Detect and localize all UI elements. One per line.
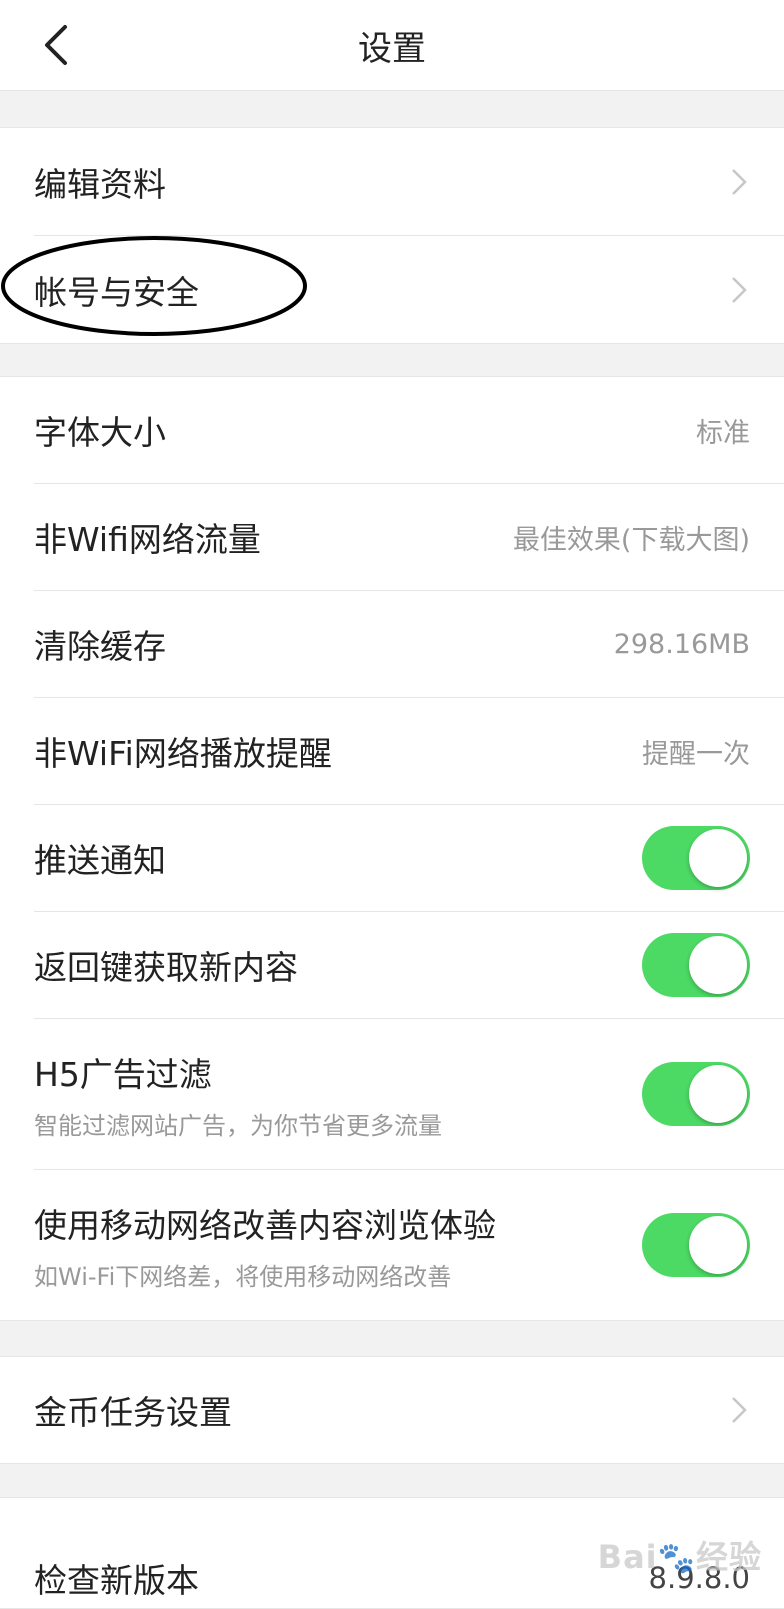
row-subtitle: 智能过滤网站广告，为你节省更多流量 <box>34 1111 442 1140</box>
watermark-suffix: 经验 <box>695 1538 762 1576</box>
row-push-notification: 推送通知 <box>34 805 784 912</box>
header-bar: 设置 <box>0 0 784 91</box>
account-group: 编辑资料 帐号与安全 <box>0 127 784 344</box>
row-label: 编辑资料 <box>34 164 166 204</box>
row-text: 使用移动网络改善内容浏览体验 如Wi-Fi下网络差，将使用移动网络改善 <box>34 1199 496 1292</box>
row-label: 非Wifi网络流量 <box>34 520 261 559</box>
row-label: 返回键获取新内容 <box>34 948 298 987</box>
preferences-group: 字体大小 标准 非Wifi网络流量 最佳效果(下载大图) 清除缓存 298.16… <box>0 376 784 1321</box>
row-label: 检查新版本 <box>34 1561 199 1600</box>
toggle-knob <box>689 829 747 887</box>
row-value: 298.16MB <box>613 628 750 660</box>
chevron-right-icon <box>728 167 750 197</box>
row-label: 清除缓存 <box>34 627 166 666</box>
back-button[interactable] <box>30 18 80 72</box>
row-font-size[interactable]: 字体大小 标准 <box>34 377 784 484</box>
row-subtitle: 如Wi-Fi下网络差，将使用移动网络改善 <box>34 1262 452 1291</box>
chevron-right-icon <box>728 275 750 305</box>
row-back-key-refresh: 返回键获取新内容 <box>34 912 784 1019</box>
row-h5-ad-filter: H5广告过滤 智能过滤网站广告，为你节省更多流量 <box>34 1019 784 1170</box>
toggle-knob <box>689 936 747 994</box>
row-value: 标准 <box>696 417 750 449</box>
row-value: 提醒一次 <box>642 738 750 770</box>
paw-icon: 🐾 <box>657 1541 696 1576</box>
push-notification-toggle[interactable] <box>642 826 750 890</box>
coin-task-group: 金币任务设置 <box>0 1356 784 1464</box>
row-edit-profile[interactable]: 编辑资料 <box>34 128 784 236</box>
mobile-network-boost-toggle[interactable] <box>642 1213 750 1277</box>
row-label: 帐号与安全 <box>34 272 199 312</box>
chevron-right-icon <box>728 1395 750 1425</box>
row-non-wifi-traffic[interactable]: 非Wifi网络流量 最佳效果(下载大图) <box>34 484 784 591</box>
row-label: 推送通知 <box>34 841 166 880</box>
row-text: H5广告过滤 智能过滤网站广告，为你节省更多流量 <box>34 1048 442 1141</box>
row-non-wifi-playback-reminder[interactable]: 非WiFi网络播放提醒 提醒一次 <box>34 698 784 805</box>
h5-ad-filter-toggle[interactable] <box>642 1062 750 1126</box>
row-label: 使用移动网络改善内容浏览体验 <box>34 1205 496 1245</box>
row-label: H5广告过滤 <box>34 1054 212 1094</box>
baidu-jingyan-watermark: Bai🐾经验 <box>598 1532 762 1578</box>
row-label: 金币任务设置 <box>34 1393 232 1432</box>
row-mobile-network-boost: 使用移动网络改善内容浏览体验 如Wi-Fi下网络差，将使用移动网络改善 <box>34 1170 784 1320</box>
watermark-brand: Bai <box>597 1538 658 1576</box>
row-label: 非WiFi网络播放提醒 <box>34 734 332 773</box>
row-account-security[interactable]: 帐号与安全 <box>34 236 784 343</box>
page-title: 设置 <box>358 28 426 69</box>
row-label: 字体大小 <box>34 413 166 452</box>
row-clear-cache[interactable]: 清除缓存 298.16MB <box>34 591 784 698</box>
row-coin-task-settings[interactable]: 金币任务设置 <box>34 1357 784 1463</box>
toggle-knob <box>689 1065 747 1123</box>
toggle-knob <box>689 1216 747 1274</box>
row-value: 最佳效果(下载大图) <box>512 524 750 556</box>
back-key-refresh-toggle[interactable] <box>642 933 750 997</box>
chevron-left-icon <box>45 25 67 65</box>
